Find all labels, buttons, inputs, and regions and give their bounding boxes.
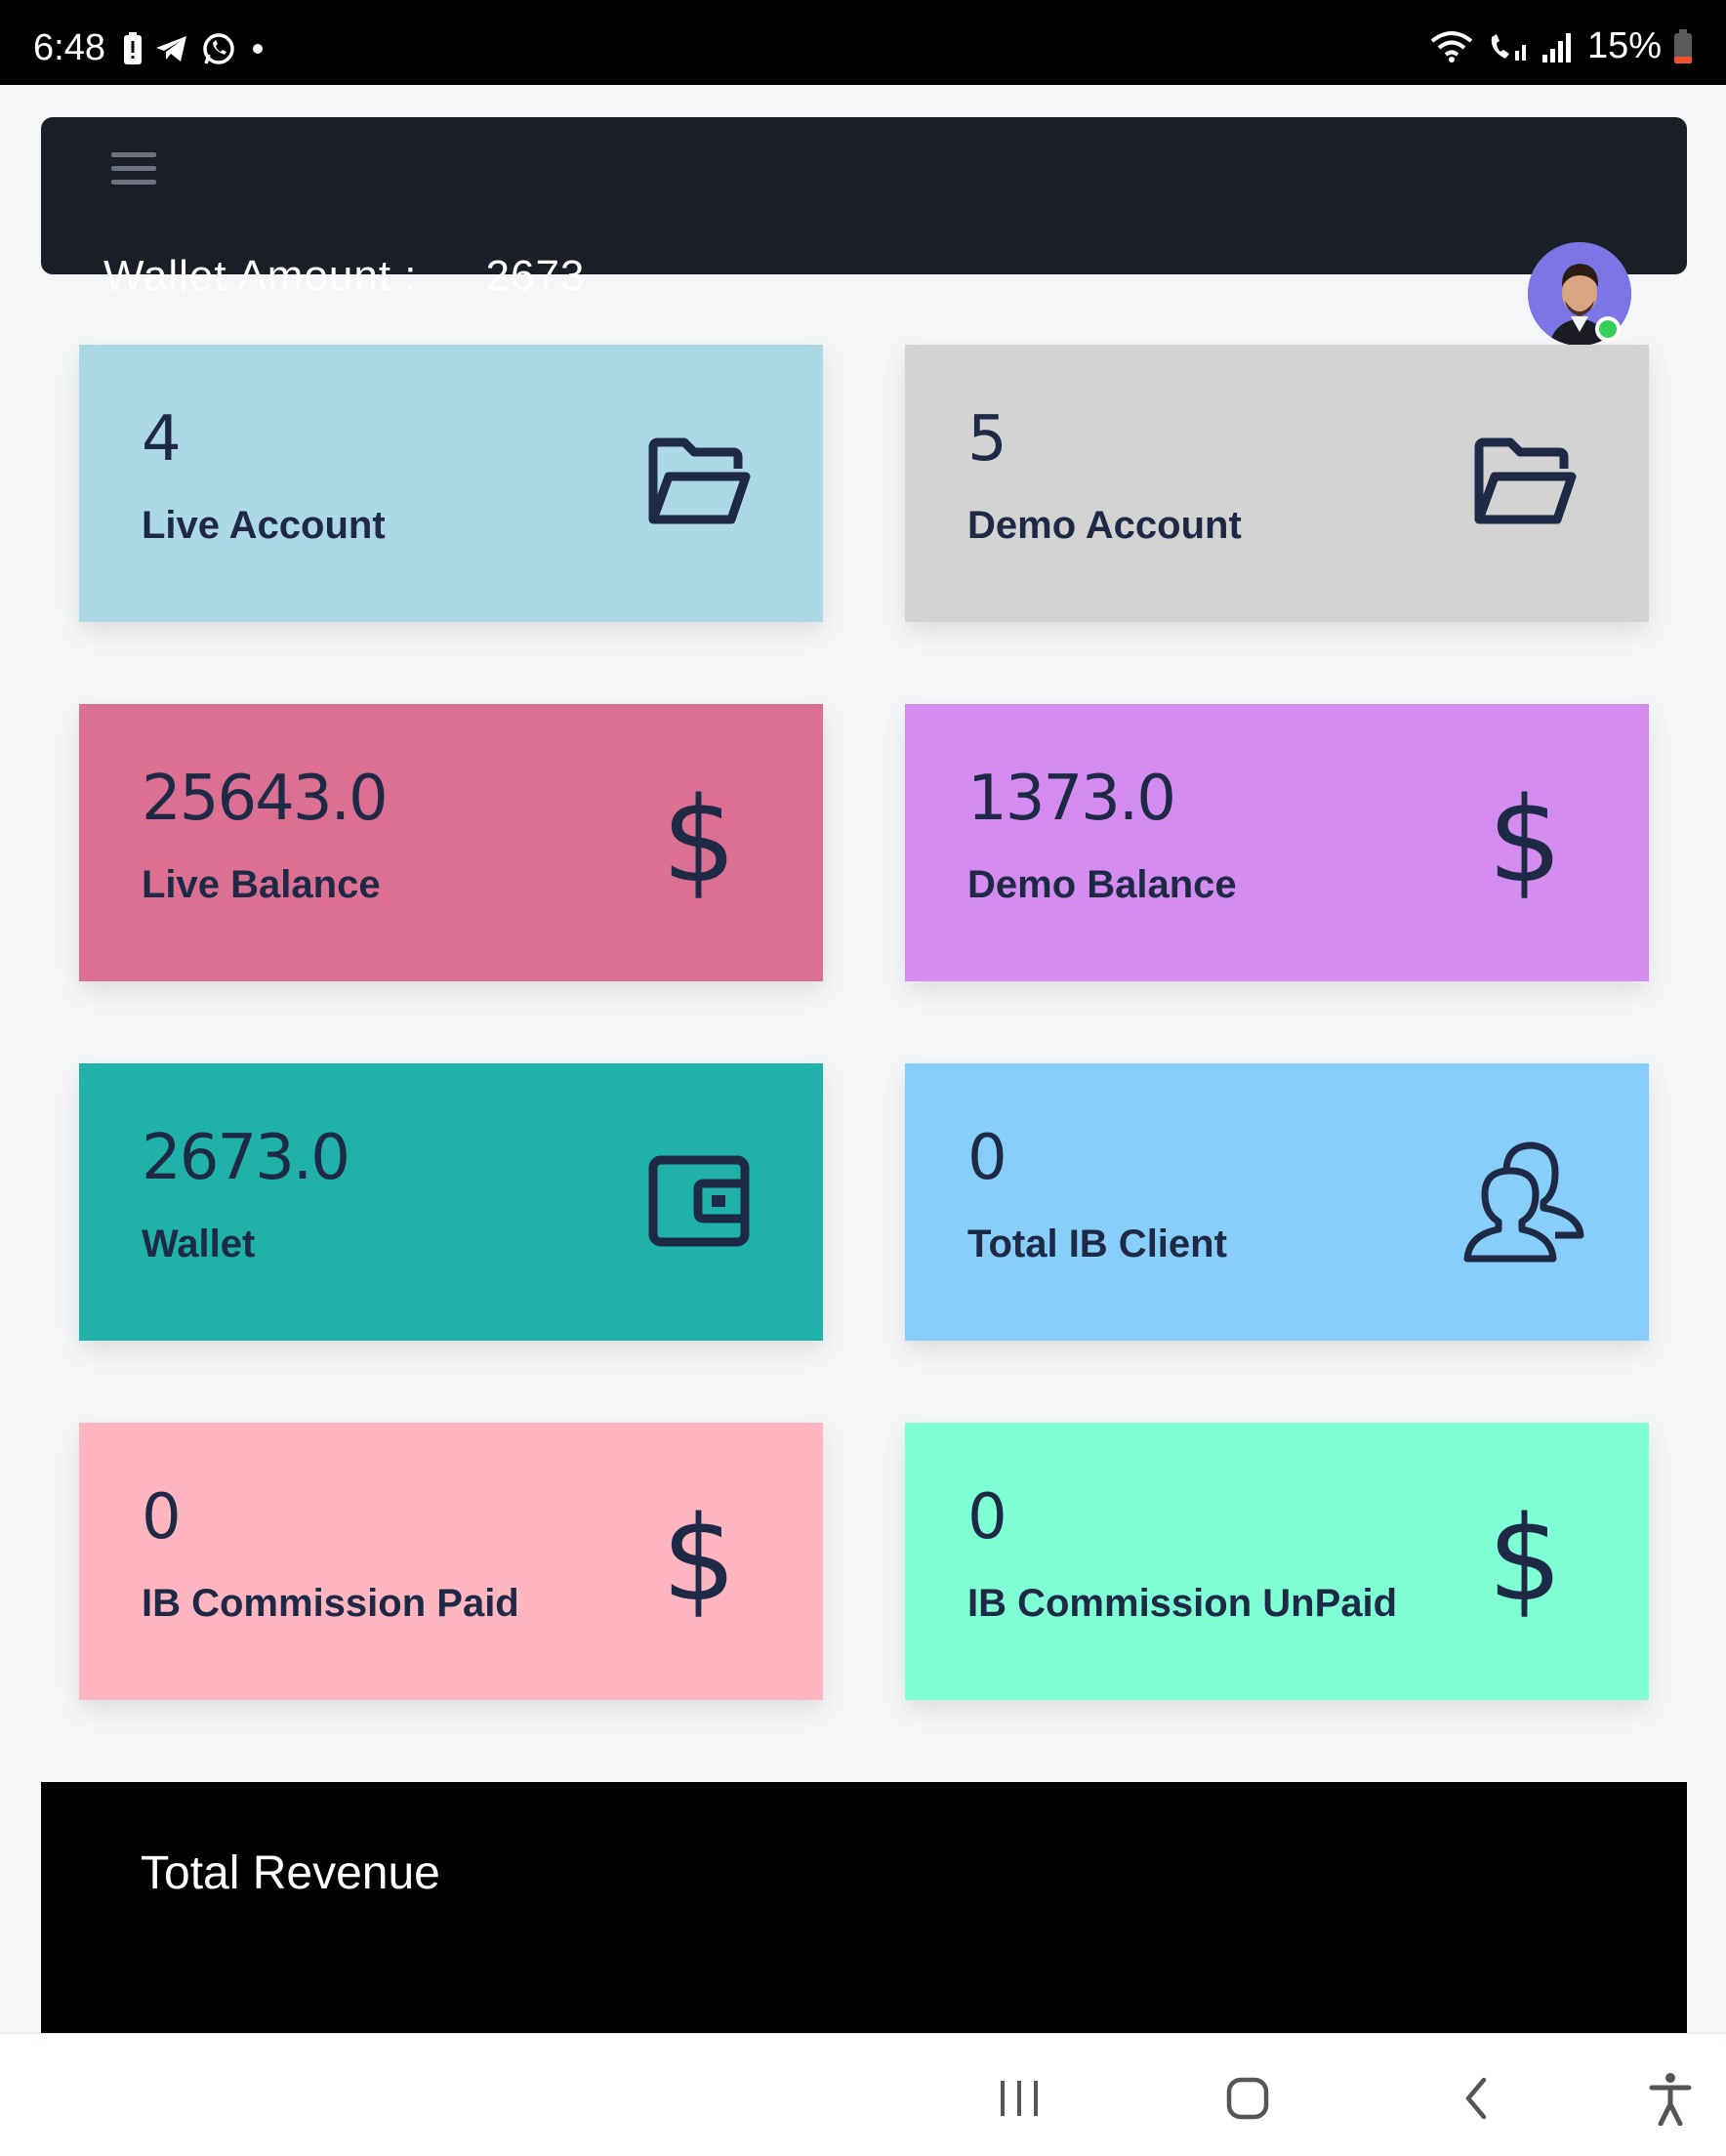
card-label: Total IB Client [967, 1223, 1227, 1265]
dollar-icon: $ [1487, 1491, 1563, 1628]
back-icon [1465, 2077, 1487, 2120]
folder-open-icon [645, 429, 753, 536]
top-header [41, 117, 1687, 274]
card-label: Live Balance [142, 863, 381, 906]
card-demo-balance[interactable]: 1373.0 Demo Balance $ [905, 704, 1649, 981]
card-value: 25643.0 [142, 763, 389, 835]
battery-percent: 15% [1586, 25, 1662, 66]
accessibility-button[interactable] [1641, 2069, 1700, 2128]
wallet-icon [645, 1147, 753, 1255]
card-value: 0 [967, 1122, 1007, 1194]
card-demo-account[interactable]: 5 Demo Account [905, 345, 1649, 622]
wifi-icon [1430, 30, 1473, 62]
dollar-icon: $ [1487, 772, 1563, 909]
card-total-ib-client[interactable]: 0 Total IB Client [905, 1063, 1649, 1341]
wallet-amount-line: Wallet Amount : 2673 [103, 252, 585, 311]
wallet-amount-label: Wallet Amount : [103, 252, 418, 300]
battery-alert-icon [124, 32, 142, 64]
card-live-account[interactable]: 4 Live Account [79, 345, 823, 622]
card-value: 5 [967, 403, 1007, 476]
wallet-amount-value: 2673 [485, 252, 586, 300]
card-label: Demo Balance [967, 863, 1237, 906]
status-bar: 6:48 15% [0, 0, 1726, 85]
wifi-calling-icon [1491, 33, 1526, 61]
recent-apps-button[interactable] [990, 2069, 1048, 2128]
card-label: Live Account [142, 504, 386, 547]
battery-icon [1674, 28, 1692, 63]
notification-icons [123, 31, 267, 66]
telegram-icon [156, 36, 186, 62]
card-value: 0 [142, 1481, 182, 1554]
card-live-balance[interactable]: 25643.0 Live Balance $ [79, 704, 823, 981]
card-value: 1373.0 [967, 763, 1176, 835]
card-ib-commission-paid[interactable]: 0 IB Commission Paid $ [79, 1423, 823, 1700]
card-value: 0 [967, 1481, 1007, 1554]
back-button[interactable] [1447, 2069, 1505, 2128]
system-nav-bar [0, 2033, 1726, 2156]
card-label: IB Commission Paid [142, 1582, 519, 1625]
dollar-icon: $ [661, 772, 737, 909]
menu-icon[interactable] [111, 152, 156, 191]
online-status-dot [1595, 316, 1621, 342]
accessibility-icon [1649, 2073, 1692, 2126]
home-button[interactable] [1218, 2069, 1277, 2128]
total-revenue-title: Total Revenue [141, 1847, 440, 1899]
card-wallet[interactable]: 2673.0 Wallet [79, 1063, 823, 1341]
whatsapp-icon [203, 33, 234, 64]
home-icon [1226, 2077, 1269, 2120]
card-ib-commission-unpaid[interactable]: 0 IB Commission UnPaid $ [905, 1423, 1649, 1700]
dot-icon [253, 44, 263, 54]
users-icon [1461, 1138, 1588, 1265]
status-time: 6:48 [33, 27, 105, 68]
folder-open-icon [1471, 429, 1579, 536]
card-value: 2673.0 [142, 1122, 350, 1194]
card-label: IB Commission UnPaid [967, 1582, 1398, 1625]
card-label: Demo Account [967, 504, 1242, 547]
total-revenue-panel: Total Revenue [41, 1782, 1687, 2036]
dollar-icon: $ [661, 1491, 737, 1628]
card-value: 4 [142, 403, 182, 476]
card-label: Wallet [142, 1223, 256, 1265]
signal-icon [1541, 32, 1571, 62]
recent-apps-icon [1001, 2081, 1038, 2116]
